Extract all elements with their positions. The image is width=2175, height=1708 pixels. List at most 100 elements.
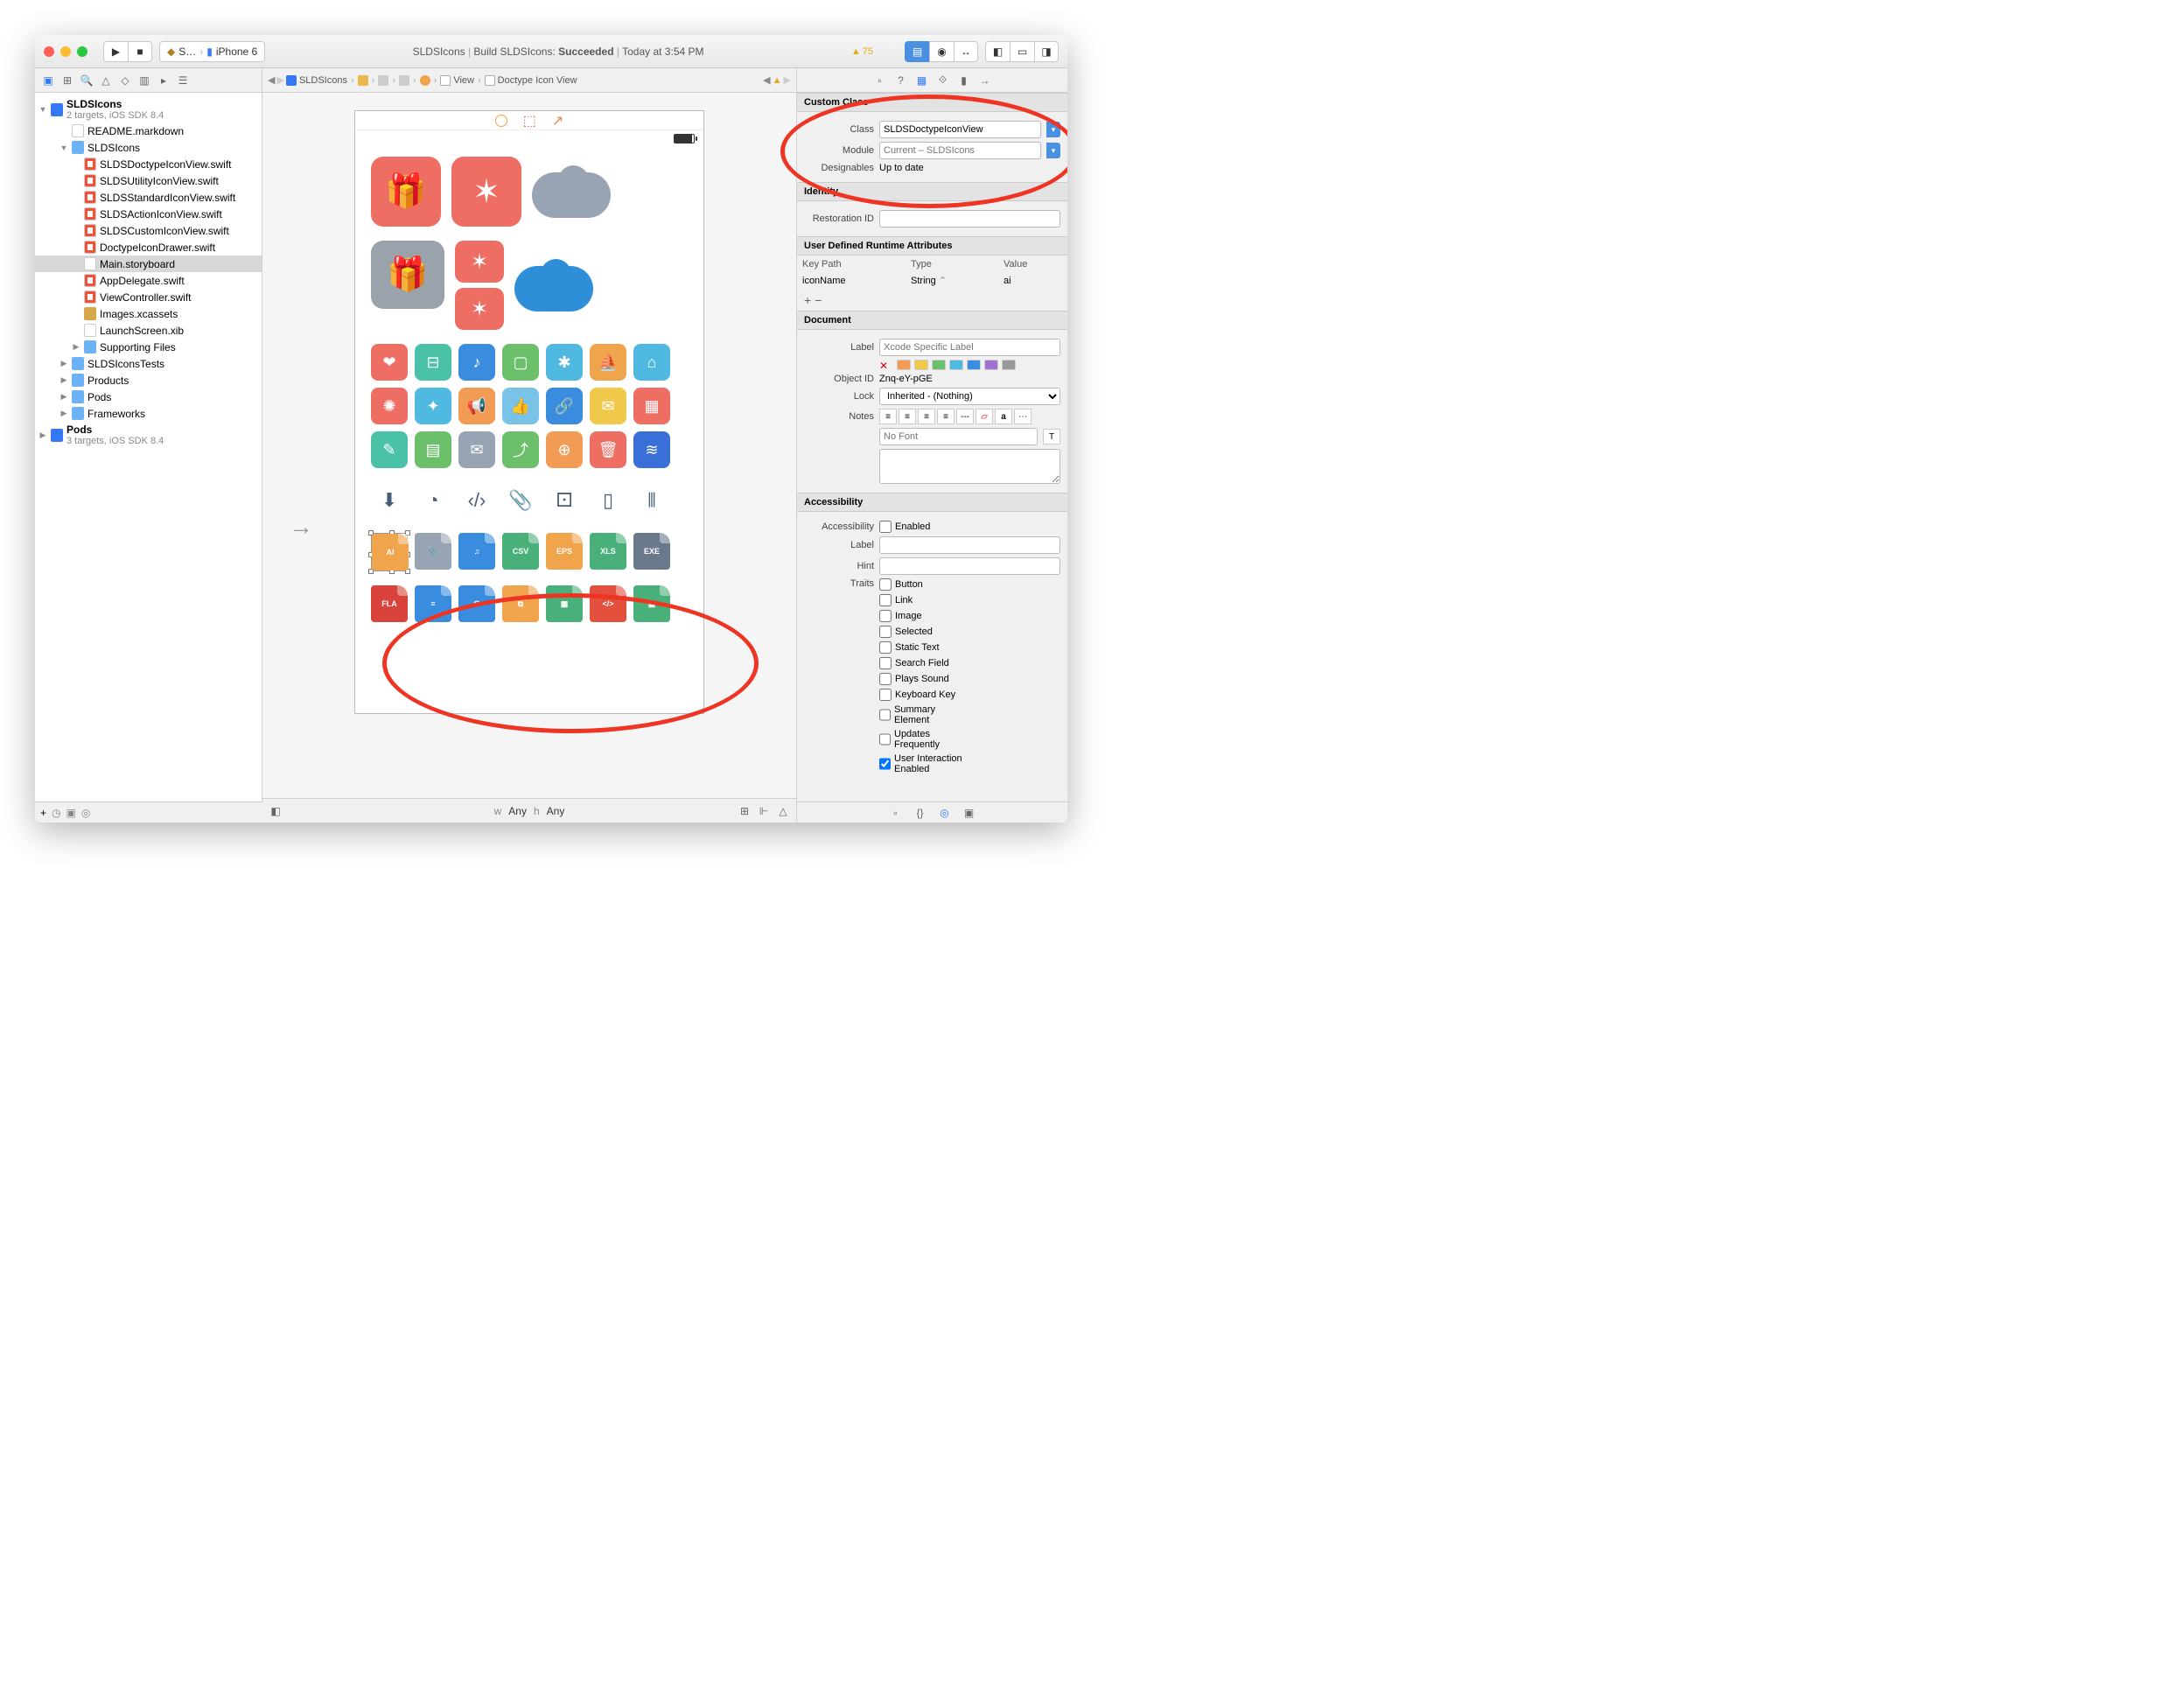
trait-checkbox[interactable]: Button: [879, 578, 967, 591]
attributes-inspector-icon[interactable]: ⟐: [935, 73, 951, 88]
doctype-icon[interactable]: AI: [372, 534, 409, 570]
star-small2-icon[interactable]: ✶: [455, 288, 504, 330]
class-field[interactable]: [879, 121, 1041, 138]
symbol-navigator-icon[interactable]: ⊞: [59, 73, 75, 88]
gift-icon[interactable]: 🎁: [371, 157, 441, 227]
file-node[interactable]: Images.xcassets: [35, 305, 262, 322]
notes-textarea[interactable]: [879, 449, 1060, 484]
font-field[interactable]: [879, 428, 1038, 445]
file-node[interactable]: ▶Frameworks: [35, 405, 262, 422]
zoom-icon[interactable]: [77, 46, 87, 57]
size-inspector-icon[interactable]: ▮: [956, 73, 972, 88]
clock-icon[interactable]: ◷: [52, 807, 60, 819]
action-icon[interactable]: ▢: [502, 344, 539, 381]
pin-icon[interactable]: ⊩: [756, 803, 772, 819]
action-icon[interactable]: ✉: [590, 388, 626, 424]
doctype-icon[interactable]: G: [458, 585, 495, 622]
action-icon[interactable]: ✦: [415, 388, 451, 424]
action-icon[interactable]: 🗑: [590, 431, 626, 468]
trait-checkbox[interactable]: Search Field: [879, 657, 967, 669]
project-navigator-icon[interactable]: ▣: [40, 73, 56, 88]
utility-icon[interactable]: ▯: [590, 482, 626, 519]
pods-project-node[interactable]: ▶ Pods3 targets, iOS SDK 8.4: [35, 422, 262, 448]
test-navigator-icon[interactable]: ◇: [117, 73, 133, 88]
enabled-checkbox[interactable]: [879, 521, 892, 533]
toggle-utilities-button[interactable]: ◨: [1034, 41, 1059, 62]
resolve-icon[interactable]: △: [775, 803, 791, 819]
file-node[interactable]: ▶Products: [35, 372, 262, 388]
trait-checkbox[interactable]: Keyboard Key: [879, 689, 967, 701]
add-attr-icon[interactable]: +: [804, 293, 811, 307]
utility-icon[interactable]: ⫴: [633, 482, 670, 519]
action-icon[interactable]: ✱: [546, 344, 583, 381]
close-icon[interactable]: [44, 46, 54, 57]
module-dropdown-icon[interactable]: ▾: [1046, 143, 1060, 158]
action-icon[interactable]: 🔗: [546, 388, 583, 424]
ax-hint-field[interactable]: [879, 557, 1060, 575]
action-icon[interactable]: ≋: [633, 431, 670, 468]
doc-label-field[interactable]: [879, 339, 1060, 356]
doctype-icon[interactable]: EXE: [633, 533, 670, 570]
action-icon[interactable]: ▦: [633, 388, 670, 424]
file-node[interactable]: SLDSStandardIconView.swift: [35, 189, 262, 206]
object-library-icon[interactable]: ◎: [937, 805, 953, 821]
utility-icon[interactable]: ◔: [415, 482, 451, 519]
action-icon[interactable]: ✺: [371, 388, 408, 424]
identity-inspector-icon[interactable]: ▦: [914, 73, 930, 88]
runtime-attrs-table[interactable]: Key Path Type Value iconName String ⌃ ai: [797, 256, 1067, 290]
trait-checkbox[interactable]: Static Text: [879, 641, 967, 654]
file-template-icon[interactable]: ▫: [888, 805, 904, 821]
trait-checkbox[interactable]: Updates Frequently: [879, 729, 967, 750]
back-icon[interactable]: ◀: [268, 74, 275, 86]
utility-icon[interactable]: ‹/›: [458, 482, 495, 519]
forward-icon[interactable]: ▶: [276, 74, 283, 86]
file-node[interactable]: ▶SLDSIconsTests: [35, 355, 262, 372]
doctype-icon[interactable]: 📎: [415, 533, 451, 570]
action-icon[interactable]: ✎: [371, 431, 408, 468]
project-node[interactable]: ▼ SLDSIcons2 targets, iOS SDK 8.4: [35, 96, 262, 122]
connections-inspector-icon[interactable]: →: [977, 73, 993, 88]
jump-bar[interactable]: ◀ ▶ SLDSIcons View Doctype Icon View ◀ ▲…: [262, 68, 796, 92]
file-node[interactable]: SLDSDoctypeIconView.swift: [35, 156, 262, 172]
star-person-icon[interactable]: ✶: [451, 157, 521, 227]
issue-navigator-icon[interactable]: △: [98, 73, 114, 88]
canvas-body[interactable]: → ⬚ ↗ 🎁 ✶: [262, 93, 796, 798]
scm-icon[interactable]: ▣: [66, 807, 76, 819]
toggle-debug-button[interactable]: ▭: [1010, 41, 1034, 62]
module-field[interactable]: [879, 142, 1041, 159]
file-node[interactable]: DoctypeIconDrawer.swift: [35, 239, 262, 256]
table-row[interactable]: iconName String ⌃ ai: [799, 273, 1066, 288]
trait-checkbox[interactable]: Image: [879, 610, 967, 622]
minimize-icon[interactable]: [60, 46, 71, 57]
lock-select[interactable]: Inherited - (Nothing): [879, 388, 1060, 405]
add-icon[interactable]: +: [40, 807, 46, 819]
action-icon[interactable]: 👍: [502, 388, 539, 424]
file-node[interactable]: SLDSUtilityIconView.swift: [35, 172, 262, 189]
help-inspector-icon[interactable]: ?: [893, 73, 909, 88]
file-node[interactable]: SLDSActionIconView.swift: [35, 206, 262, 222]
doctype-icon[interactable]: CSV: [502, 533, 539, 570]
stop-button[interactable]: ■: [128, 41, 152, 62]
file-node[interactable]: Main.storyboard: [35, 256, 262, 272]
star-small-icon[interactable]: ✶: [455, 241, 504, 283]
utility-icon[interactable]: 📎: [502, 482, 539, 519]
align-icon[interactable]: ⊞: [737, 803, 752, 819]
filter-icon[interactable]: ◎: [81, 807, 90, 819]
ax-label-field[interactable]: [879, 536, 1060, 554]
doctype-icon[interactable]: ♫: [458, 533, 495, 570]
breakpoint-navigator-icon[interactable]: ▸: [156, 73, 171, 88]
class-dropdown-icon[interactable]: ▾: [1046, 122, 1060, 137]
gift-gray-icon[interactable]: 🎁: [371, 241, 444, 309]
find-navigator-icon[interactable]: 🔍: [79, 73, 94, 88]
action-icon[interactable]: ✉: [458, 431, 495, 468]
report-navigator-icon[interactable]: ☰: [175, 73, 191, 88]
doctype-icon[interactable]: FLA: [371, 585, 408, 622]
trait-checkbox[interactable]: Summary Element: [879, 704, 967, 725]
doctype-icon[interactable]: EPS: [546, 533, 583, 570]
action-icon[interactable]: ♪: [458, 344, 495, 381]
toggle-navigator-button[interactable]: ◧: [985, 41, 1010, 62]
label-color-swatches[interactable]: ✕: [879, 360, 1016, 370]
doctype-icon[interactable]: ▣: [633, 585, 670, 622]
code-snippet-icon[interactable]: {}: [913, 805, 928, 821]
action-icon[interactable]: ❤: [371, 344, 408, 381]
